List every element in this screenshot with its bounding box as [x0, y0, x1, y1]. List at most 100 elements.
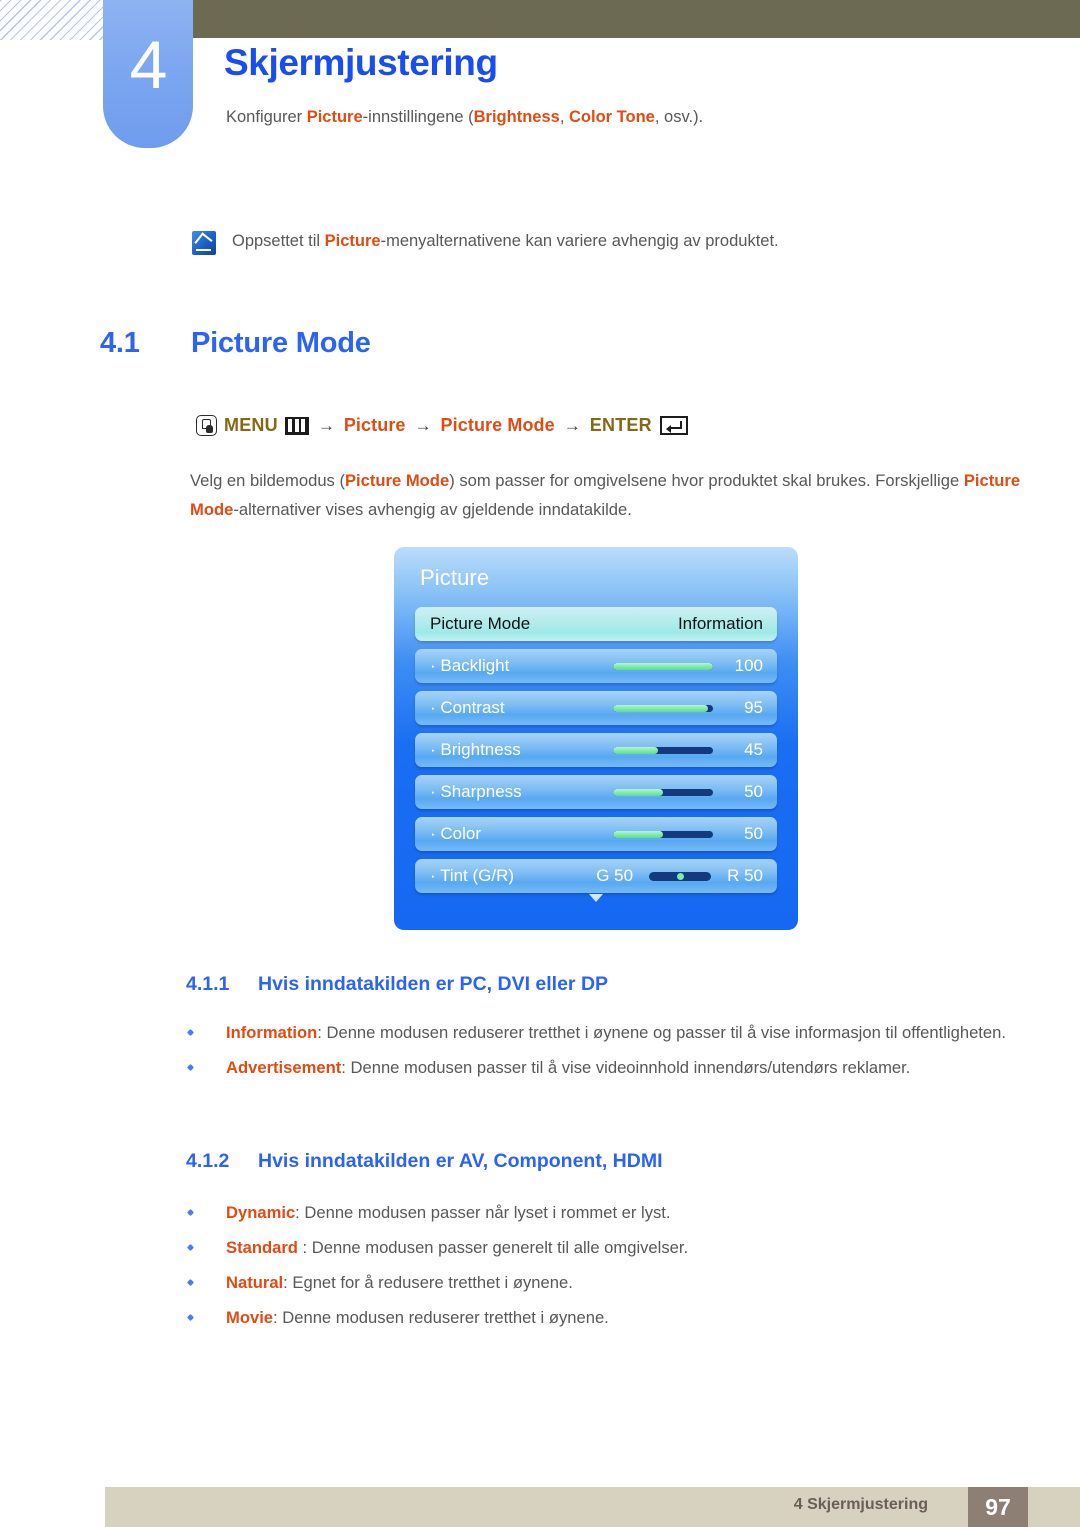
- osd-slider-track[interactable]: [613, 662, 713, 670]
- breadcrumb-enter-label: ENTER: [589, 415, 652, 435]
- osd-row-value: 45: [744, 740, 763, 759]
- osd-row-label: · Sharpness: [430, 782, 522, 801]
- osd-menu-screenshot: Picture Picture Mode Information · Backlig…: [394, 547, 798, 930]
- bullet-item: Dynamic: Denne modusen passer når lyset …: [186, 1198, 1006, 1227]
- footer-bar: [105, 1487, 1080, 1527]
- bullet-text: Dynamic: Denne modusen passer når lyset …: [226, 1198, 1006, 1227]
- chapter-title: Skjermjustering: [224, 42, 498, 83]
- bullet-text: Movie: Denne modusen reduserer tretthet …: [226, 1303, 1006, 1332]
- osd-scroll-down-indicator[interactable]: [394, 891, 798, 904]
- bullet-description: : Denne modusen reduserer tretthet i øyn…: [273, 1308, 609, 1327]
- section-number: 4.1: [100, 327, 140, 359]
- subsection-heading-411: 4.1.1 Hvis inndatakilden er PC, DVI elle…: [186, 973, 608, 996]
- intro-keyword-1: Picture Mode: [344, 471, 450, 490]
- enter-key-icon: [659, 416, 688, 435]
- chapter-subtitle-end: , osv.).: [654, 108, 704, 126]
- breadcrumb-arrow-2: →: [414, 415, 432, 435]
- press-button-icon: [196, 415, 217, 436]
- subsection-number-411: 4.1.1: [186, 973, 230, 995]
- bullet-term: Dynamic: [226, 1203, 296, 1222]
- bullet-item: Natural: Egnet for å redusere tretthet i…: [186, 1268, 1006, 1297]
- bullet-description: : Denne modusen passer til å vise videoi…: [341, 1058, 911, 1077]
- osd-row[interactable]: · Sharpness 50: [415, 775, 777, 809]
- chapter-subtitle-pre: Konfigurer: [226, 108, 307, 126]
- subsection-title-411: Hvis inndatakilden er PC, DVI eller DP: [258, 973, 609, 995]
- osd-row-value: 50: [744, 782, 763, 801]
- osd-tint-track[interactable]: [649, 871, 712, 881]
- bullet-item: Information: Denne modusen reduserer tre…: [186, 1018, 1006, 1047]
- breadcrumb-menu-label: MENU: [224, 415, 278, 435]
- osd-row-value: 50: [744, 824, 763, 843]
- subsection-number-412: 4.1.2: [186, 1150, 230, 1172]
- bullet-diamond-icon: [186, 1198, 226, 1227]
- note-text-post: -menyalternativene kan variere avhengig …: [380, 232, 779, 250]
- osd-row[interactable]: · Color 50: [415, 817, 777, 851]
- intro-paragraph-b: ) som passer for omgivelsene hvor produk…: [449, 471, 964, 490]
- footer-chapter-label: 4 Skjermjustering: [793, 1496, 928, 1513]
- bullet-diamond-icon: [186, 1053, 226, 1082]
- subsection-heading-412: 4.1.2 Hvis inndatakilden er AV, Componen…: [186, 1150, 663, 1173]
- osd-row[interactable]: · Contrast 95: [415, 691, 777, 725]
- bullet-item: Movie: Denne modusen reduserer tretthet …: [186, 1303, 1006, 1332]
- osd-row[interactable]: · Brightness 45: [415, 733, 777, 767]
- note-text-pre: Oppsettet til: [232, 232, 325, 250]
- osd-row-label: · Brightness: [430, 740, 521, 759]
- osd-row-label: · Backlight: [430, 656, 510, 675]
- subsection-title-412: Hvis inndatakilden er AV, Component, HDM…: [258, 1150, 663, 1172]
- note-callout: Oppsettet til Picture-menyalternativene …: [192, 228, 992, 255]
- bullet-list-411: Information: Denne modusen reduserer tre…: [186, 1018, 1006, 1088]
- osd-slider-fill: [613, 788, 663, 796]
- intro-paragraph-a: Velg en bildemodus (: [190, 471, 345, 490]
- bullet-item: Advertisement: Denne modusen passer til …: [186, 1053, 1006, 1082]
- bullet-text: Standard : Denne modusen passer generelt…: [226, 1233, 1006, 1262]
- osd-slider-track[interactable]: [613, 788, 713, 796]
- osd-row-value: 95: [744, 698, 763, 717]
- osd-tint-green-value: G 50: [596, 866, 634, 885]
- bullet-text: Advertisement: Denne modusen passer til …: [226, 1053, 1006, 1082]
- osd-row-label: · Color: [430, 824, 482, 843]
- osd-slider-fill: [613, 704, 708, 712]
- breadcrumb-arrow-1: →: [317, 415, 335, 435]
- breadcrumb: MENU → Picture → Picture Mode → ENTER: [196, 415, 688, 436]
- osd-slider-fill: [613, 746, 658, 754]
- bullet-text: Information: Denne modusen reduserer tre…: [226, 1018, 1006, 1047]
- bullet-description: : Denne modusen passer generelt til alle…: [297, 1238, 689, 1257]
- osd-slider-track[interactable]: [613, 746, 713, 754]
- header-olive-bar: [193, 0, 1080, 38]
- menu-bars-icon: [284, 416, 309, 435]
- bullet-term: Standard: [226, 1238, 298, 1257]
- osd-row[interactable]: · Tint (G/R) G 50 R 50: [415, 859, 777, 893]
- bullet-term: Information: [226, 1023, 318, 1042]
- footer-page-number: 97: [968, 1487, 1028, 1527]
- osd-row[interactable]: Picture Mode Information: [415, 607, 777, 641]
- chapter-subtitle: Konfigurer Picture-innstillingene (Brigh…: [226, 104, 703, 130]
- chapter-subtitle-keyword-colortone: Color Tone: [569, 108, 655, 126]
- osd-slider-track[interactable]: [613, 830, 713, 838]
- osd-title: Picture: [420, 565, 490, 590]
- chapter-subtitle-mid2: ,: [559, 108, 569, 126]
- chevron-down-icon: [589, 894, 603, 902]
- intro-paragraph-c: -alternativer vises avhengig av gjeldend…: [233, 500, 632, 519]
- osd-slider-track[interactable]: [613, 704, 713, 712]
- osd-tint-knob[interactable]: [676, 872, 684, 880]
- chapter-number: 4: [129, 27, 168, 103]
- section-title: Picture Mode: [191, 327, 371, 359]
- note-text: Oppsettet til Picture-menyalternativene …: [232, 228, 779, 254]
- osd-row-value: 100: [734, 656, 763, 675]
- note-keyword-picture: Picture: [324, 232, 381, 250]
- intro-paragraph: Velg en bildemodus (Picture Mode) som pa…: [190, 466, 1032, 524]
- osd-row-label: Picture Mode: [430, 614, 531, 633]
- chapter-subtitle-mid: -innstillingene (: [362, 108, 474, 126]
- osd-tint-red-value: R 50: [727, 866, 763, 885]
- bullet-description: : Denne modusen reduserer tretthet i øyn…: [317, 1023, 1006, 1042]
- breadcrumb-arrow-3: →: [563, 415, 581, 435]
- bullet-list-412: Dynamic: Denne modusen passer når lyset …: [186, 1198, 1006, 1338]
- osd-slider-fill: [613, 830, 663, 838]
- bullet-diamond-icon: [186, 1233, 226, 1262]
- osd-row[interactable]: · Backlight 100: [415, 649, 777, 683]
- osd-row-label: · Tint (G/R): [430, 866, 515, 885]
- bullet-diamond-icon: [186, 1018, 226, 1047]
- bullet-term: Advertisement: [226, 1058, 342, 1077]
- bullet-description: : Egnet for å redusere tretthet i øynene…: [283, 1273, 573, 1292]
- osd-row-value: Information: [677, 614, 763, 633]
